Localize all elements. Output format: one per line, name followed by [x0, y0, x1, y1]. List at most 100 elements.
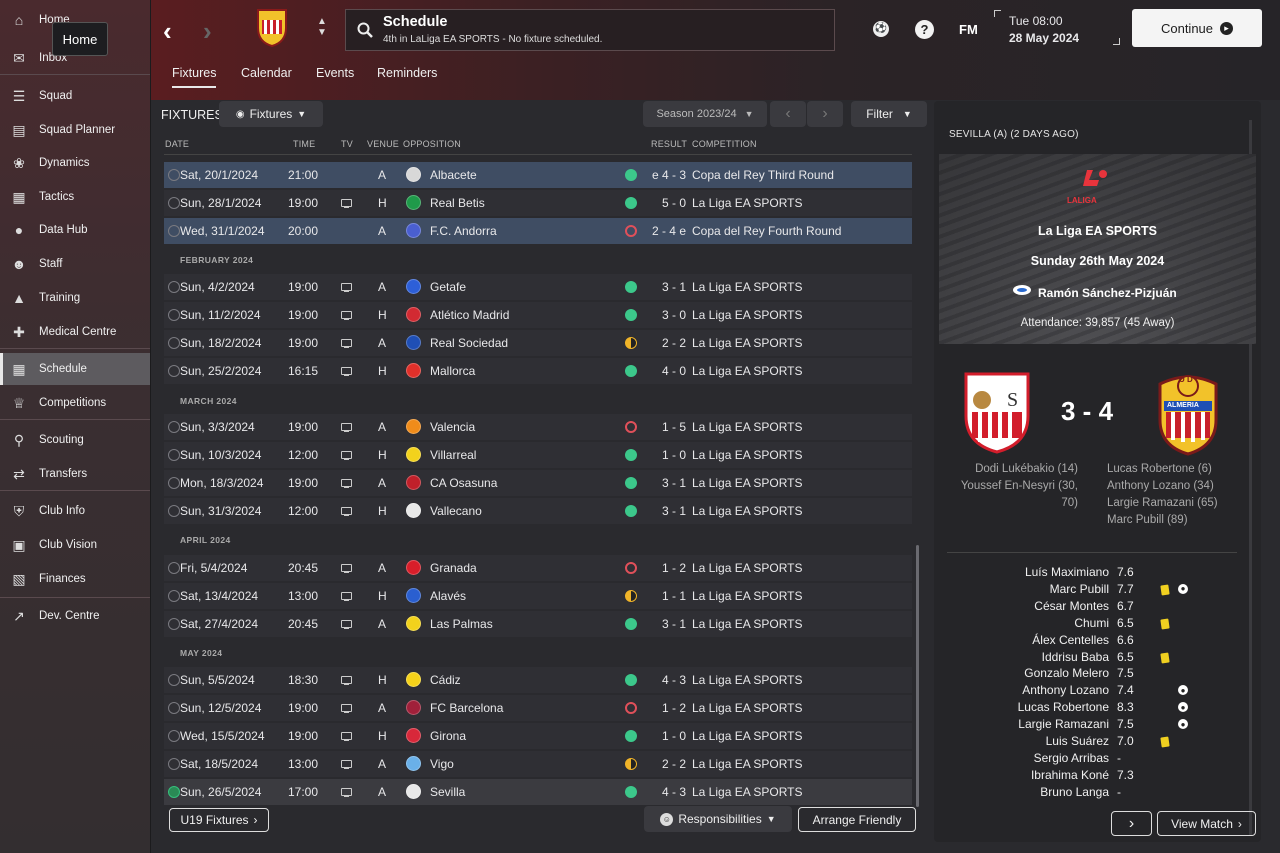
- player-name[interactable]: Marc Pubill: [1050, 582, 1109, 596]
- sidebar-item-tactics[interactable]: ▦ Tactics: [0, 181, 150, 213]
- fixture-row[interactable]: Sun, 31/3/2024 12:00 H Vallecano 3 - 1 La Lig…: [164, 498, 912, 524]
- row-checkbox[interactable]: [168, 421, 180, 433]
- season-next-button[interactable]: ›: [807, 101, 843, 127]
- fixture-row[interactable]: Sun, 26/5/2024 17:00 A Sevilla 4 - 3 La Liga …: [164, 779, 912, 805]
- player-name[interactable]: Gonzalo Melero: [1024, 666, 1109, 680]
- row-checkbox[interactable]: [168, 674, 180, 686]
- filter-button[interactable]: Filter ▼: [851, 101, 927, 127]
- sidebar-item-squad-planner[interactable]: ▤ Squad Planner: [0, 114, 150, 146]
- back-arrow-icon[interactable]: ‹: [163, 16, 172, 47]
- view-match-button[interactable]: View Match ›: [1157, 811, 1256, 836]
- player-name[interactable]: César Montes: [1034, 599, 1109, 613]
- row-checkbox[interactable]: [168, 730, 180, 742]
- sidebar-item-staff[interactable]: ☻ Staff: [0, 248, 150, 280]
- fixture-row[interactable]: Sun, 10/3/2024 12:00 H Villarreal 1 - 0 La Li…: [164, 442, 912, 468]
- scrollbar[interactable]: [916, 545, 919, 807]
- fixture-row[interactable]: Sun, 12/5/2024 19:00 A FC Barcelona 1 - 2 La …: [164, 695, 912, 721]
- fixture-row[interactable]: Wed, 15/5/2024 19:00 H Girona 1 - 0 La Liga E…: [164, 723, 912, 749]
- fixture-row[interactable]: Mon, 18/3/2024 19:00 A CA Osasuna 3 - 1 La Li…: [164, 470, 912, 496]
- sidebar-item-competitions[interactable]: ♕ Competitions: [0, 387, 150, 419]
- row-checkbox[interactable]: [168, 786, 180, 798]
- col-result[interactable]: RESULT: [651, 139, 687, 149]
- row-checkbox[interactable]: [168, 505, 180, 517]
- fixture-row[interactable]: Sun, 5/5/2024 18:30 H Cádiz 4 - 3 La Liga EA …: [164, 667, 912, 693]
- sidebar-item-medical-centre[interactable]: ✚ Medical Centre: [0, 316, 150, 348]
- forward-arrow-icon[interactable]: ›: [203, 16, 212, 47]
- row-checkbox[interactable]: [168, 702, 180, 714]
- fixture-row[interactable]: Sat, 18/5/2024 13:00 A Vigo 2 - 2 La Liga EA …: [164, 751, 912, 777]
- col-venue[interactable]: VENUE: [367, 139, 399, 149]
- u19-fixtures-button[interactable]: U19 Fixtures ›: [169, 808, 269, 832]
- sidebar-item-dynamics[interactable]: ❀ Dynamics: [0, 147, 150, 179]
- sidebar-item-club-info[interactable]: ⛨ Club Info: [0, 495, 150, 527]
- player-name[interactable]: Álex Centelles: [1032, 633, 1109, 647]
- fixtures-view-dropdown[interactable]: ◉ Fixtures ▼: [219, 101, 323, 127]
- row-checkbox[interactable]: [168, 281, 180, 293]
- fixture-row[interactable]: Sun, 28/1/2024 19:00 H Real Betis 5 - 0 La Li…: [164, 190, 912, 216]
- player-name[interactable]: Largie Ramazani: [1018, 717, 1109, 731]
- row-checkbox[interactable]: [168, 477, 180, 489]
- col-tv[interactable]: TV: [341, 139, 353, 149]
- tab-calendar[interactable]: Calendar: [241, 66, 292, 86]
- player-name[interactable]: Lucas Robertone: [1018, 700, 1109, 714]
- row-checkbox[interactable]: [168, 758, 180, 770]
- col-date[interactable]: DATE: [165, 139, 189, 149]
- sidebar-item-finances[interactable]: ▧ Finances: [0, 563, 150, 595]
- sidebar-item-dev-centre[interactable]: ↗ Dev. Centre: [0, 600, 150, 632]
- fm-logo-icon[interactable]: FM: [959, 22, 978, 37]
- row-checkbox[interactable]: [168, 449, 180, 461]
- col-time[interactable]: TIME: [293, 139, 315, 149]
- game-date[interactable]: Tue 08:00 28 May 2024: [1009, 13, 1079, 47]
- player-name[interactable]: Luís Maximiano: [1025, 565, 1109, 579]
- fixture-row[interactable]: Sat, 20/1/2024 21:00 A Albacete e 4 - 3 Copa …: [164, 162, 912, 188]
- tab-fixtures[interactable]: Fixtures: [172, 66, 217, 88]
- club-crest-icon[interactable]: [254, 6, 290, 51]
- arrange-friendly-button[interactable]: Arrange Friendly: [798, 807, 916, 832]
- sidebar-item-training[interactable]: ▲ Training: [0, 282, 150, 314]
- row-checkbox[interactable]: [168, 169, 180, 181]
- season-dropdown[interactable]: Season 2023/24 ▼: [643, 101, 767, 127]
- season-prev-button[interactable]: ‹: [770, 101, 806, 127]
- tab-events[interactable]: Events: [316, 66, 354, 86]
- row-checkbox[interactable]: [168, 309, 180, 321]
- sidebar-item-transfers[interactable]: ⇄ Transfers: [0, 458, 150, 490]
- fixture-row[interactable]: Sun, 4/2/2024 19:00 A Getafe 3 - 1 La Liga EA…: [164, 274, 912, 300]
- player-name[interactable]: Sergio Arribas: [1034, 751, 1109, 765]
- row-checkbox[interactable]: [168, 197, 180, 209]
- row-checkbox[interactable]: [168, 562, 180, 574]
- row-checkbox[interactable]: [168, 365, 180, 377]
- responsibilities-dropdown[interactable]: ☺ Responsibilities ▼: [644, 806, 792, 832]
- sidebar-item-squad[interactable]: ☰ Squad: [0, 80, 150, 112]
- fixture-row[interactable]: Sun, 25/2/2024 16:15 H Mallorca 4 - 0 La Liga…: [164, 358, 912, 384]
- next-match-button[interactable]: ›: [1111, 811, 1152, 836]
- row-checkbox[interactable]: [168, 590, 180, 602]
- sidebar-item-schedule[interactable]: ▦ Schedule: [0, 353, 150, 385]
- player-name[interactable]: Ibrahima Koné: [1031, 768, 1109, 782]
- player-name[interactable]: Iddrisu Baba: [1042, 650, 1109, 664]
- row-checkbox[interactable]: [168, 337, 180, 349]
- sidebar-item-scouting[interactable]: ⚲ Scouting: [0, 424, 150, 456]
- fixture-row[interactable]: Wed, 31/1/2024 20:00 A F.C. Andorra 2 - 4 e C…: [164, 218, 912, 244]
- sidebar-item-club-vision[interactable]: ▣ Club Vision: [0, 529, 150, 561]
- col-competition[interactable]: COMPETITION: [692, 139, 757, 149]
- fixture-row[interactable]: Sun, 11/2/2024 19:00 H Atlético Madrid 3 - 0…: [164, 302, 912, 328]
- ball-icon[interactable]: ⚽: [873, 21, 889, 37]
- fixture-row[interactable]: Fri, 5/4/2024 20:45 A Granada 1 - 2 La Liga E…: [164, 555, 912, 581]
- row-checkbox[interactable]: [168, 618, 180, 630]
- tab-reminders[interactable]: Reminders: [377, 66, 437, 86]
- row-checkbox[interactable]: [168, 225, 180, 237]
- help-icon[interactable]: ?: [915, 20, 934, 39]
- player-name[interactable]: Luis Suárez: [1046, 734, 1109, 748]
- club-switch-chevrons-icon[interactable]: ▲ ▼: [317, 16, 327, 38]
- fixture-row[interactable]: Sat, 13/4/2024 13:00 H Alavés 1 - 1 La Liga E…: [164, 583, 912, 609]
- player-name[interactable]: Bruno Langa: [1040, 785, 1109, 799]
- sidebar-item-data-hub[interactable]: ● Data Hub: [0, 214, 150, 246]
- col-opposition[interactable]: OPPOSITION: [403, 139, 461, 149]
- continue-button[interactable]: Continue ▸: [1132, 9, 1262, 47]
- player-name[interactable]: Chumi: [1074, 616, 1109, 630]
- player-name[interactable]: Anthony Lozano: [1022, 683, 1109, 697]
- fixture-row[interactable]: Sun, 3/3/2024 19:00 A Valencia 1 - 5 La Liga …: [164, 414, 912, 440]
- sevilla-crest-icon[interactable]: S: [962, 370, 1032, 457]
- fixture-row[interactable]: Sat, 27/4/2024 20:45 A Las Palmas 3 - 1 La Li…: [164, 611, 912, 637]
- fixture-row[interactable]: Sun, 18/2/2024 19:00 A Real Sociedad 2 - 2 La…: [164, 330, 912, 356]
